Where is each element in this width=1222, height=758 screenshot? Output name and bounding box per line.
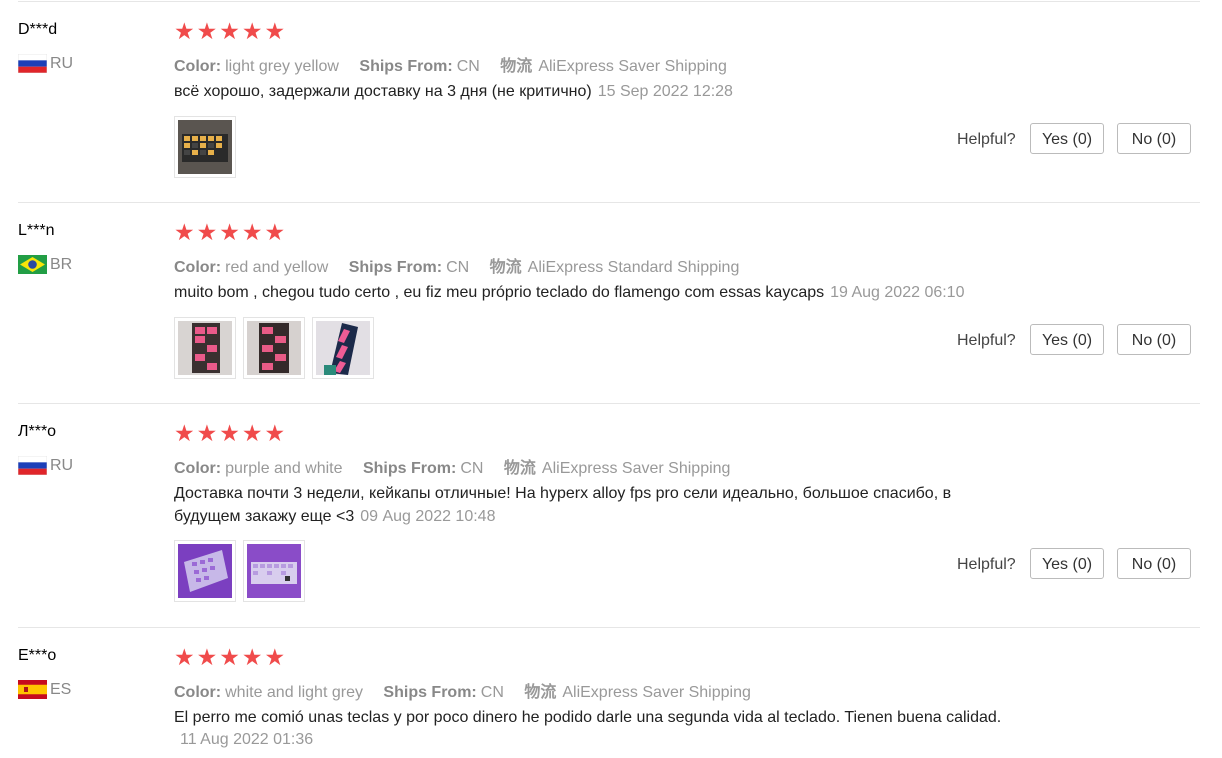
review-date: 11 Aug 2022 01:36 — [180, 731, 314, 748]
review-text: El perro me comió unas teclas y por poco… — [174, 709, 1002, 726]
color-label: Color: — [174, 58, 222, 75]
ships-from-value: CN — [456, 58, 480, 75]
star-icon: ★ — [241, 18, 264, 44]
review-body-line: Доставка почти 3 недели, кейкапы отличны… — [174, 485, 952, 502]
ships-from-value: CN — [480, 684, 504, 701]
star-icon: ★ — [219, 18, 241, 44]
helpful-label: Helpful? — [957, 556, 1016, 573]
shipping-method: AliExpress Saver Shipping — [541, 460, 731, 477]
review-date: 09 Aug 2022 10:48 — [360, 508, 496, 525]
star-rating: ★★★★★ — [174, 422, 287, 445]
star-icon: ★ — [219, 420, 241, 446]
reviewer-name: Л***о — [18, 423, 57, 440]
star-icon: ★ — [264, 420, 287, 446]
color-value: purple and white — [225, 460, 343, 477]
reviewer-name: D***d — [18, 21, 58, 38]
review-divider — [18, 1, 1200, 2]
review-photo-thumbnail[interactable] — [174, 540, 236, 602]
ships-from-label: Ships From: — [362, 460, 457, 477]
review-body: muito bom , chegou tudo certo , eu fiz m… — [174, 284, 825, 301]
review-photo-thumbnail[interactable] — [243, 317, 305, 379]
color-value: light grey yellow — [225, 58, 339, 75]
ships-from-value: CN — [446, 259, 470, 276]
helpful-no-button[interactable]: No (0) — [1117, 548, 1191, 579]
review-attributes: Color: red and yellow Ships From: CN 物流 Ali… — [174, 253, 739, 277]
color-value: red and yellow — [225, 259, 329, 276]
review-photo-thumbnail[interactable] — [243, 540, 305, 602]
helpful-label: Helpful? — [957, 131, 1016, 148]
star-icon: ★ — [174, 219, 196, 245]
star-rating: ★★★★★ — [174, 221, 287, 244]
star-icon: ★ — [241, 219, 264, 245]
star-icon: ★ — [264, 18, 287, 44]
russia-flag-icon — [18, 54, 47, 73]
review-divider — [18, 627, 1200, 628]
ships-from-label: Ships From: — [359, 58, 453, 75]
helpful-yes-button[interactable]: Yes (0) — [1030, 548, 1104, 579]
review-text: muito bom , chegou tudo certo , eu fiz m… — [174, 281, 1034, 304]
shipping-method: AliExpress Standard Shipping — [527, 259, 740, 276]
star-icon: ★ — [196, 219, 219, 245]
color-label: Color: — [174, 684, 222, 701]
ships-from-label: Ships From: — [348, 259, 443, 276]
reviewer-country: BR — [50, 256, 73, 273]
brazil-flag-icon — [18, 255, 47, 274]
star-icon: ★ — [196, 644, 219, 670]
helpful-yes-button[interactable]: Yes (0) — [1030, 324, 1104, 355]
review-body: всё хорошо, задержали доставку на 3 дня … — [174, 83, 592, 100]
review-photo-thumbnail[interactable] — [174, 317, 236, 379]
color-label: Color: — [174, 259, 222, 276]
review-divider — [18, 403, 1200, 404]
color-label: Color: — [174, 460, 222, 477]
review-date: 15 Sep 2022 12:28 — [597, 83, 733, 100]
logistics-label: 物流 — [524, 684, 557, 701]
review-text: Доставка почти 3 недели, кейкапы отличны… — [174, 482, 1034, 528]
star-rating: ★★★★★ — [174, 20, 287, 43]
helpful-label: Helpful? — [957, 332, 1016, 349]
star-icon: ★ — [196, 18, 219, 44]
review-attributes: Color: purple and white Ships From: CN 物流 A… — [174, 454, 730, 478]
star-icon: ★ — [174, 18, 196, 44]
star-rating: ★★★★★ — [174, 646, 287, 669]
review-body-line: будущем закажу еще <3 — [174, 508, 355, 525]
shipping-method: AliExpress Saver Shipping — [562, 684, 751, 701]
review-date: 19 Aug 2022 06:10 — [830, 284, 965, 301]
review-photo-thumbnail[interactable] — [312, 317, 374, 379]
star-icon: ★ — [174, 420, 196, 446]
reviewer-country: RU — [50, 457, 74, 474]
color-value: white and light grey — [225, 684, 363, 701]
reviewer-name: E***o — [18, 647, 57, 664]
helpful-yes-button[interactable]: Yes (0) — [1030, 123, 1104, 154]
logistics-label: 物流 — [500, 58, 533, 75]
star-icon: ★ — [219, 219, 241, 245]
star-icon: ★ — [241, 420, 264, 446]
reviewer-country: ES — [50, 681, 72, 698]
star-icon: ★ — [219, 644, 241, 670]
review-photo-thumbnail[interactable] — [174, 116, 236, 178]
logistics-label: 物流 — [503, 460, 536, 477]
review-divider — [18, 202, 1200, 203]
shipping-method: AliExpress Saver Shipping — [538, 58, 727, 75]
star-icon: ★ — [174, 644, 196, 670]
star-icon: ★ — [264, 219, 287, 245]
star-icon: ★ — [196, 420, 219, 446]
logistics-label: 物流 — [489, 259, 522, 276]
review-attributes: Color: white and light grey Ships From: CN… — [174, 678, 751, 702]
reviewer-country: RU — [50, 55, 74, 72]
spain-flag-icon — [18, 680, 47, 699]
ships-from-value: CN — [460, 460, 484, 477]
star-icon: ★ — [241, 644, 264, 670]
helpful-no-button[interactable]: No (0) — [1117, 324, 1191, 355]
star-icon: ★ — [264, 644, 287, 670]
reviewer-name: L***n — [18, 222, 55, 239]
helpful-no-button[interactable]: No (0) — [1117, 123, 1191, 154]
review-attributes: Color: light grey yellow Ships From: CN 物流… — [174, 52, 727, 76]
russia-flag-icon — [18, 456, 47, 475]
ships-from-label: Ships From: — [383, 684, 477, 701]
review-text: всё хорошо, задержали доставку на 3 дня … — [174, 80, 1034, 103]
